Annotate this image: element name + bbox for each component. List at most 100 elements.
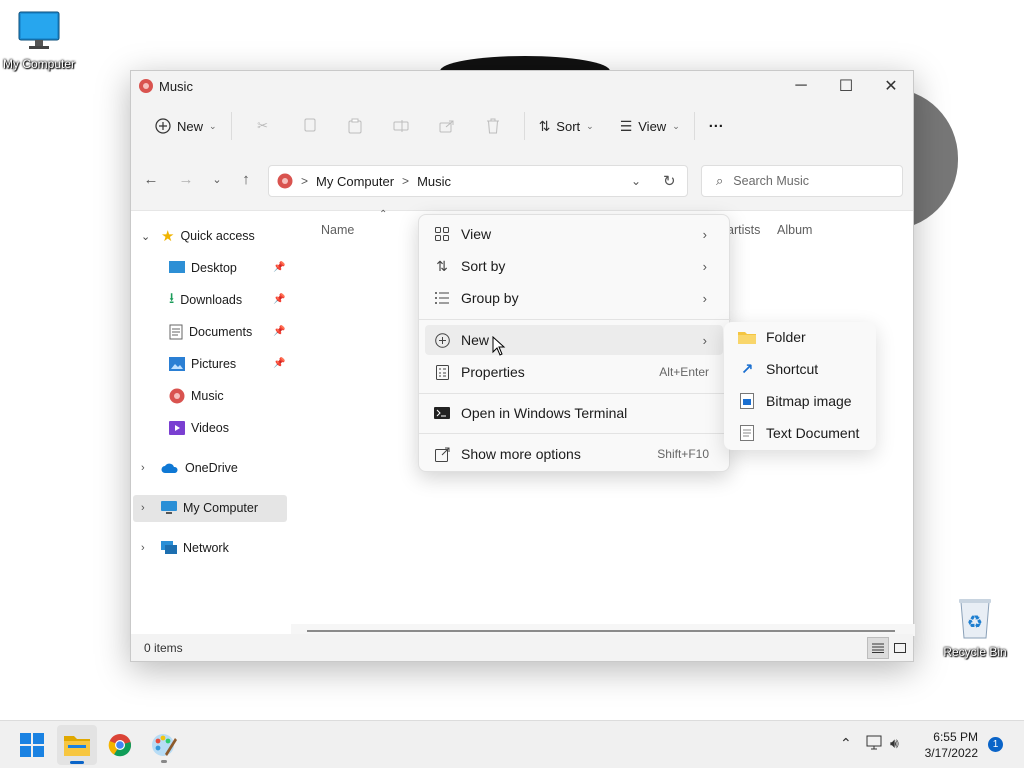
breadcrumb-my-computer[interactable]: My Computer <box>316 174 394 189</box>
taskbar-file-explorer[interactable] <box>57 725 97 765</box>
sidebar-item-videos[interactable]: Videos <box>169 414 229 442</box>
column-header-name[interactable]: Name <box>321 223 354 237</box>
paint-palette-icon <box>152 734 177 756</box>
column-header-album[interactable]: Album <box>777 223 812 237</box>
submenu-item-label: Text Document <box>766 425 860 441</box>
sort-button[interactable]: ⇅ Sort ⌄ <box>533 110 600 142</box>
sort-button-label: Sort <box>556 118 581 134</box>
breadcrumb-music[interactable]: Music <box>417 174 451 189</box>
chrome-icon <box>108 734 132 757</box>
sidebar-item-network[interactable]: › Network <box>141 534 229 562</box>
monitor-icon <box>161 501 177 514</box>
close-button[interactable]: ✕ <box>868 71 914 101</box>
chevron-right-icon: › <box>702 332 707 348</box>
search-box[interactable]: ⌕ Search Music <box>701 165 903 197</box>
item-count: 0 items <box>144 641 183 655</box>
menu-item-new[interactable]: New › <box>425 325 723 355</box>
submenu-item-bitmap-image[interactable]: Bitmap image <box>730 386 870 416</box>
sidebar-item-pictures[interactable]: Pictures <box>169 350 236 378</box>
running-app-indicator <box>161 760 167 763</box>
up-arrow-icon[interactable]: ↑ <box>234 167 258 191</box>
view-button-label: View <box>638 118 667 134</box>
shortcut-hint: Shift+F10 <box>657 447 709 461</box>
bitmap-image-icon <box>738 392 756 410</box>
submenu-item-shortcut[interactable]: ↗ Shortcut <box>730 354 870 384</box>
pin-icon[interactable]: 📌 <box>273 326 285 337</box>
volume-icon[interactable]: 🔊︎ <box>890 735 899 752</box>
start-button[interactable] <box>12 725 52 765</box>
cut-icon[interactable]: ✂ <box>248 110 278 142</box>
more-options-button[interactable]: ··· <box>703 110 730 142</box>
menu-item-group-by[interactable]: Group by › <box>425 283 723 313</box>
network-status-icon[interactable] <box>866 735 884 754</box>
menu-item-properties[interactable]: Properties Alt+Enter <box>425 357 723 387</box>
sidebar-item-my-computer[interactable]: › My Computer <box>141 494 258 522</box>
notification-badge[interactable]: 1 <box>988 737 1003 752</box>
share-icon[interactable] <box>432 110 462 142</box>
sidebar-item-documents[interactable]: Documents <box>169 318 252 346</box>
pin-icon[interactable]: 📌 <box>273 358 285 369</box>
menu-item-label: View <box>461 226 492 242</box>
submenu-item-text-document[interactable]: Text Document <box>730 418 870 448</box>
sidebar-item-onedrive[interactable]: › OneDrive <box>141 454 238 482</box>
document-icon <box>169 324 183 340</box>
rename-icon[interactable] <box>386 110 416 142</box>
submenu-item-label: Folder <box>766 329 806 345</box>
large-icons-view-icon[interactable] <box>889 637 911 659</box>
command-bar: New ⌄ ✂ ⇅ Sort ⌄ ☰ View ⌄ ··· <box>131 101 913 151</box>
view-button[interactable]: ☰ View ⌄ <box>614 110 686 142</box>
submenu-item-folder[interactable]: Folder <box>730 322 870 352</box>
taskbar: ⌃ 🔊︎ 6:55 PM 3/17/2022 1 <box>0 720 1024 768</box>
menu-item-view[interactable]: View › <box>425 219 723 249</box>
back-arrow-icon[interactable]: ← <box>139 167 163 191</box>
windows-logo-icon <box>20 733 44 757</box>
menu-item-open-terminal[interactable]: Open in Windows Terminal <box>425 398 723 428</box>
taskbar-chrome[interactable] <box>100 725 140 765</box>
sidebar-item-downloads[interactable]: ⭳ Downloads <box>169 286 242 314</box>
minimize-button[interactable]: ─ <box>778 71 824 101</box>
sidebar-item-label: Pictures <box>191 357 237 371</box>
desktop-icon-my-computer[interactable]: My Computer <box>0 10 84 71</box>
music-folder-icon <box>139 79 153 96</box>
chevron-down-icon: ⌄ <box>141 230 151 243</box>
forward-arrow-icon[interactable]: → <box>174 167 198 191</box>
menu-separator <box>419 393 731 394</box>
address-dropdown-icon[interactable]: ⌄ <box>631 174 641 188</box>
search-icon: ⌕ <box>716 173 724 188</box>
external-open-icon <box>433 445 451 463</box>
scrollbar-thumb[interactable] <box>307 630 895 632</box>
sidebar-item-quick-access[interactable]: ⌄ ★ Quick access <box>141 222 255 250</box>
taskbar-paint[interactable] <box>144 725 184 765</box>
refresh-icon[interactable]: ↻ <box>663 172 676 190</box>
paste-icon[interactable] <box>340 110 370 142</box>
menu-item-label: Group by <box>461 290 519 306</box>
navigation-pane: ⌄ ★ Quick access Desktop 📌 ⭳ Downloads 📌… <box>131 211 291 636</box>
address-bar[interactable]: > My Computer > Music ⌄ ↻ <box>268 165 688 197</box>
column-header-artists[interactable]: artists <box>727 223 760 237</box>
pin-icon[interactable]: 📌 <box>273 294 285 305</box>
maximize-button[interactable]: ☐ <box>823 71 869 101</box>
chevron-up-icon[interactable]: ⌃ <box>840 735 852 752</box>
desktop-icon-label: Recycle Bin <box>943 645 1007 659</box>
clock[interactable]: 6:55 PM 3/17/2022 <box>916 729 978 761</box>
sidebar-item-label: Quick access <box>180 229 255 243</box>
folder-icon <box>738 328 756 346</box>
window-title: Music <box>159 79 193 94</box>
new-button[interactable]: New ⌄ <box>149 110 223 142</box>
pin-icon[interactable]: 📌 <box>273 262 285 273</box>
view-icon: ☰ <box>619 117 633 134</box>
menu-item-sort-by[interactable]: ⇅ Sort by › <box>425 251 723 281</box>
picture-icon <box>169 357 185 371</box>
desktop-icon-recycle-bin[interactable]: ♻ Recycle Bin <box>930 596 1020 659</box>
menu-item-show-more-options[interactable]: Show more options Shift+F10 <box>425 439 723 469</box>
delete-icon[interactable] <box>478 110 508 142</box>
copy-icon[interactable] <box>294 110 324 142</box>
menu-item-label: Properties <box>461 364 525 380</box>
details-view-icon[interactable] <box>867 637 889 659</box>
music-icon <box>169 388 185 404</box>
recent-locations-chevron-icon[interactable]: ⌄ <box>205 167 229 191</box>
title-bar[interactable]: Music ─ ☐ ✕ <box>131 71 913 101</box>
sidebar-item-music[interactable]: Music <box>169 382 224 410</box>
sidebar-item-desktop[interactable]: Desktop <box>169 254 289 282</box>
breadcrumb-separator: > <box>301 174 309 188</box>
